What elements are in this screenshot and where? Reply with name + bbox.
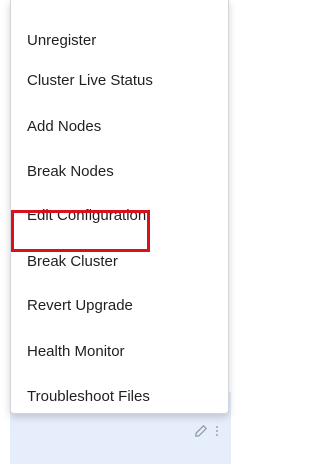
menu-item-revert-upgrade[interactable]: Revert Upgrade xyxy=(11,283,228,327)
pencil-icon[interactable] xyxy=(194,424,208,438)
menu-item-health-monitor[interactable]: Health Monitor xyxy=(11,329,228,373)
menu-item-break-nodes[interactable]: Break Nodes xyxy=(11,149,228,193)
page-left-strip xyxy=(0,0,10,464)
menu-item-edit-configuration[interactable]: Edit Configuration xyxy=(11,193,228,237)
context-menu: Unregister Cluster Live Status Add Nodes… xyxy=(10,0,229,414)
menu-item-add-nodes[interactable]: Add Nodes xyxy=(11,104,228,148)
kebab-menu-icon[interactable] xyxy=(216,426,218,436)
menu-item-cluster-live-status[interactable]: Cluster Live Status xyxy=(11,58,228,102)
menu-item-unregister[interactable]: Unregister xyxy=(11,18,228,62)
menu-item-break-cluster[interactable]: Break Cluster xyxy=(11,239,228,283)
row-actions xyxy=(194,424,218,438)
menu-item-troubleshoot-files[interactable]: Troubleshoot Files xyxy=(11,374,228,418)
